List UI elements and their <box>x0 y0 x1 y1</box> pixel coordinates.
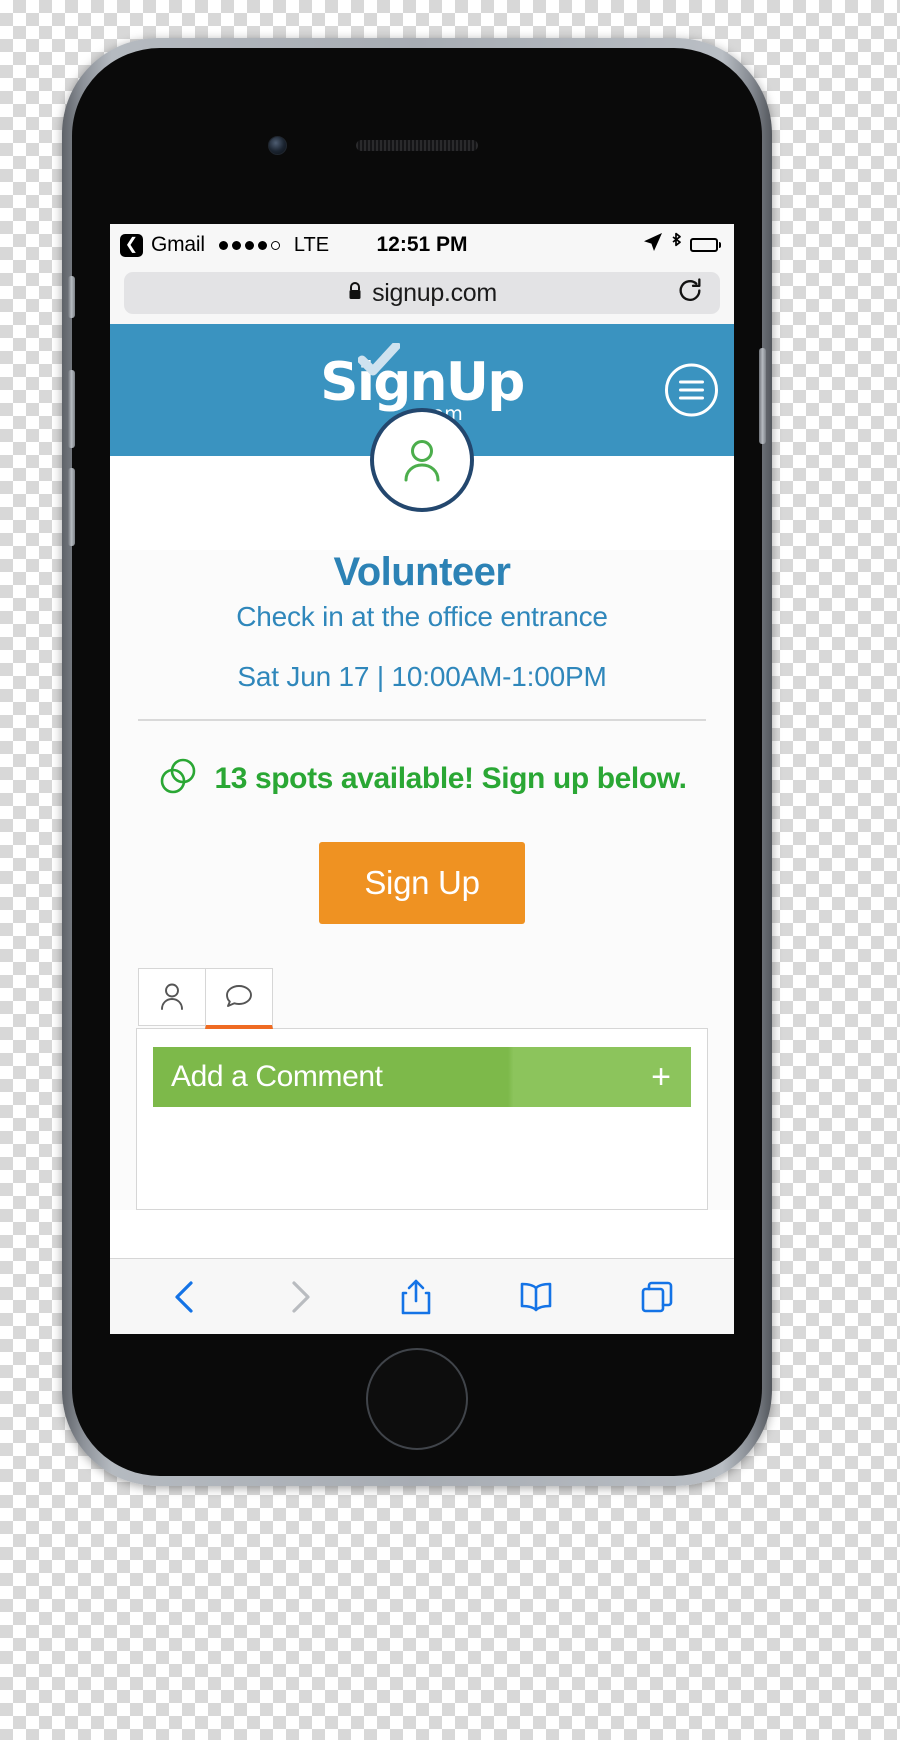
phone-frame: ❮ Gmail LTE 12:51 PM signup.com SignUp V… <box>62 38 772 1486</box>
earpiece-speaker <box>356 140 478 151</box>
power-button[interactable] <box>759 348 766 444</box>
carrier-tech-label: LTE <box>293 233 330 256</box>
tab-people[interactable] <box>138 968 206 1026</box>
address-bar[interactable]: signup.com <box>124 272 720 314</box>
status-bar-right <box>643 232 721 258</box>
location-arrow-icon <box>643 232 663 258</box>
signal-strength-icon <box>218 240 280 250</box>
chevron-left-icon[interactable]: ❮ <box>120 233 143 257</box>
bluetooth-icon <box>670 232 683 258</box>
front-camera-icon <box>268 136 287 155</box>
overlapping-circles-icon <box>157 757 199 800</box>
lock-icon <box>347 281 363 306</box>
book-icon[interactable] <box>517 1281 555 1313</box>
comment-bubble-icon <box>226 985 252 1007</box>
logo-wordmark: SignUp <box>320 351 525 413</box>
phone-bezel: ❮ Gmail LTE 12:51 PM signup.com SignUp V… <box>68 48 766 1476</box>
avatar-row <box>110 408 734 512</box>
tab-comments[interactable] <box>205 968 273 1029</box>
plus-icon: + <box>651 1058 671 1096</box>
mute-switch[interactable] <box>68 276 75 318</box>
reload-icon[interactable] <box>676 277 704 310</box>
add-comment-button[interactable]: Add a Comment + <box>153 1047 691 1107</box>
browser-toolbar <box>110 1258 734 1334</box>
person-icon <box>161 983 183 1010</box>
status-bar-left[interactable]: ❮ Gmail LTE <box>120 233 329 257</box>
volume-down-button[interactable] <box>68 468 75 546</box>
add-comment-label: Add a Comment <box>171 1060 383 1093</box>
page-title: Volunteer <box>333 550 511 594</box>
status-bar: ❮ Gmail LTE 12:51 PM <box>110 224 734 266</box>
hamburger-menu-icon[interactable] <box>665 363 718 417</box>
clock-label: 12:51 PM <box>376 233 468 256</box>
tabs-icon[interactable] <box>640 1280 674 1314</box>
person-avatar-icon <box>404 440 440 482</box>
phone-screen: ❮ Gmail LTE 12:51 PM signup.com SignUp V… <box>110 224 734 1334</box>
share-icon[interactable] <box>399 1278 433 1316</box>
event-subtitle: Check in at the office entrance <box>236 601 608 632</box>
checkmark-icon <box>357 341 401 377</box>
back-app-label[interactable]: Gmail <box>151 233 205 257</box>
avatar <box>370 408 474 512</box>
url-text: signup.com <box>372 278 497 307</box>
forward-button <box>285 1280 315 1314</box>
event-detail: Volunteer Check in at the office entranc… <box>110 550 734 1210</box>
home-button[interactable] <box>366 1348 468 1450</box>
detail-tabs <box>138 968 708 1029</box>
sign-up-button[interactable]: Sign Up <box>319 842 525 924</box>
browser-chrome: signup.com <box>110 266 734 324</box>
volume-up-button[interactable] <box>68 370 75 448</box>
back-button[interactable] <box>170 1280 200 1314</box>
event-datetime: Sat Jun 17 | 10:00AM-1:00PM <box>237 661 607 692</box>
comments-panel: Add a Comment + <box>136 1028 708 1210</box>
spots-available-label: 13 spots available! Sign up below. <box>214 761 687 795</box>
divider <box>138 719 706 721</box>
battery-icon <box>689 238 721 252</box>
spots-available-row: 13 spots available! Sign up below. <box>136 757 708 800</box>
